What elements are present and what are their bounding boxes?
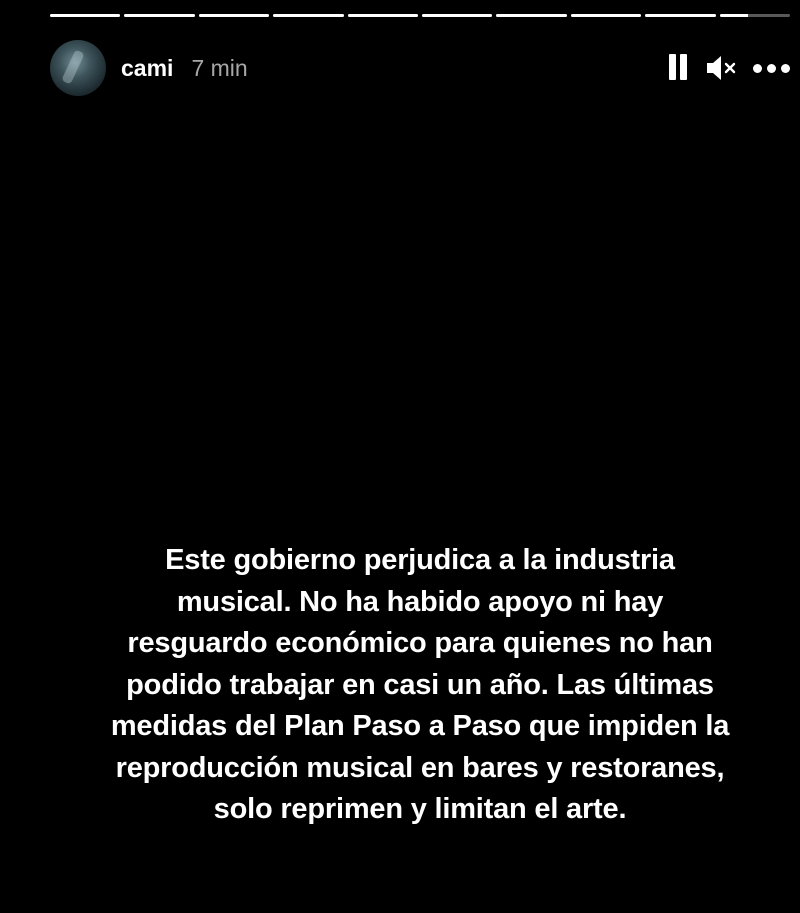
progress-segment	[719, 14, 791, 17]
story-header: cami 7 min	[50, 40, 790, 96]
progress-segment-fill	[496, 14, 567, 17]
progress-segment	[347, 14, 419, 17]
progress-segment-fill	[198, 14, 270, 17]
progress-segment	[273, 14, 344, 17]
progress-segment-fill	[347, 14, 419, 17]
progress-segment	[124, 14, 195, 17]
story-text: Este gobierno perjudica a la industria m…	[110, 544, 730, 825]
progress-segment	[496, 14, 567, 17]
username[interactable]: cami	[121, 55, 173, 82]
avatar[interactable]	[50, 40, 106, 96]
pause-button[interactable]	[667, 54, 689, 82]
progress-segment-fill	[50, 14, 121, 17]
story-controls	[667, 54, 790, 82]
post-time: 7 min	[191, 54, 248, 81]
progress-segment	[645, 14, 716, 17]
progress-segment	[198, 14, 270, 17]
progress-segment	[422, 14, 493, 17]
progress-segment-fill	[719, 14, 748, 17]
more-options-icon	[753, 63, 790, 73]
progress-segment-fill	[273, 14, 344, 17]
story-viewer: cami 7 min Este gobierno perjudica a la …	[0, 0, 800, 913]
progress-segment-fill	[645, 14, 716, 17]
progress-segment-fill	[124, 14, 195, 17]
speaker-muted-icon	[707, 56, 736, 80]
pause-icon	[667, 54, 689, 82]
progress-segment-fill	[570, 14, 642, 17]
mute-button[interactable]	[705, 54, 737, 82]
progress-segment	[570, 14, 642, 17]
story-card[interactable]: cami 7 min Este gobierno perjudica a la …	[10, 0, 797, 913]
progress-segment-fill	[422, 14, 493, 17]
more-options-button[interactable]	[753, 63, 790, 73]
story-progress-bar	[50, 14, 791, 18]
progress-segment	[50, 14, 121, 17]
